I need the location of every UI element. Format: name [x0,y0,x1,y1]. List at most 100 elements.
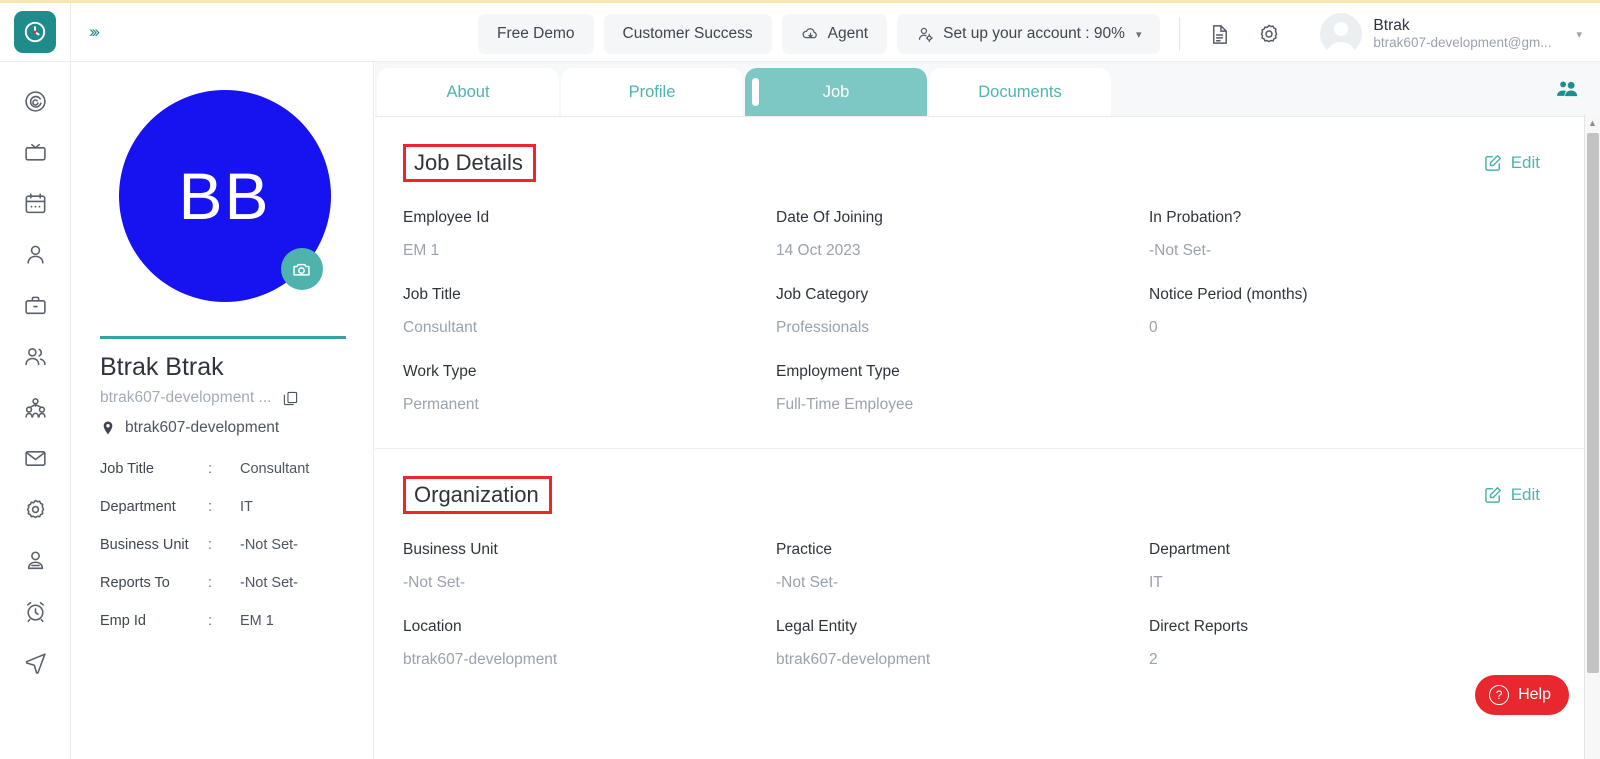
page-title: Btrak Btrak [100,353,224,381]
calendar-icon [23,191,48,216]
tab-job[interactable]: Job [745,68,927,116]
detail-key: Job Title [100,461,154,477]
setup-account-label: Set up your account : 90% [943,25,1125,42]
field-value: IT [1149,574,1163,591]
gear-icon[interactable] [1249,14,1289,54]
sidebar-item-teams[interactable] [13,339,57,373]
gear-icon [23,497,48,522]
section-header: Organization Edit [403,475,1540,515]
copy-icon[interactable] [282,390,299,407]
list-item: Job Title : Consultant [100,450,349,488]
sidebar-item-calendar[interactable] [13,186,57,220]
app-root: ››› Free Demo Customer Success Agent Set… [0,0,1600,759]
sidebar-item-organization[interactable] [13,390,57,424]
people-icon[interactable] [1554,76,1580,102]
detail-value: IT [240,499,253,515]
clock-logo-icon[interactable] [14,11,56,53]
section-job-details: Job Details Edit Employee Id EM 1 Date O… [375,117,1600,436]
top-bar: ››› Free Demo Customer Success Agent Set… [0,3,1600,62]
content-scroll-area[interactable]: Job Details Edit Employee Id EM 1 Date O… [375,116,1600,759]
sidebar-item-jobs[interactable] [13,288,57,322]
free-demo-label: Free Demo [497,25,575,42]
agent-button[interactable]: Agent [781,14,888,54]
user-menu[interactable]: Btrak btrak607-development@gm... ▾ [1308,11,1592,57]
list-item: Reports To : -Not Set- [100,564,349,602]
main-content: About Profile Job Documents Job Details … [375,62,1600,759]
question-mark-icon: ? [1489,685,1510,705]
detail-separator: : [208,537,213,553]
field-legal-entity: Legal Entity btrak607-development [776,592,1149,669]
field-job-category: Job Category Professionals [776,260,1149,337]
tab-documents[interactable]: Documents [929,68,1111,116]
field-value: 0 [1149,319,1158,336]
field-value: Professionals [776,319,870,336]
setup-account-button[interactable]: Set up your account : 90% ▾ [897,14,1161,54]
field-employee-id: Employee Id EM 1 [403,183,776,260]
field-label: Practice [776,541,832,558]
detail-separator: : [208,461,213,477]
field-department: Department IT [1149,515,1540,592]
section-header: Job Details Edit [403,143,1540,183]
alarm-clock-icon [23,599,48,624]
field-value: -Not Set- [403,574,466,591]
sidebar-item-employee[interactable] [13,237,57,271]
cloud-download-icon [801,25,820,44]
edit-label: Edit [1510,153,1540,172]
user-text: Btrak btrak607-development@gm... [1373,16,1551,52]
free-demo-button[interactable]: Free Demo [478,14,594,54]
topbar-divider [1179,17,1181,51]
detail-key: Business Unit [100,537,189,553]
org-chart-icon [23,395,48,420]
tab-profile[interactable]: Profile [561,68,743,116]
field-job-title: Job Title Consultant [403,260,776,337]
document-icon[interactable] [1199,14,1239,54]
sidebar-item-profile[interactable] [13,543,57,577]
dashboard-spiral-icon [23,89,48,114]
field-label: Notice Period (months) [1149,286,1308,303]
tab-about[interactable]: About [377,68,559,116]
profile-location: btrak607-development [125,419,280,436]
field-label: Employment Type [776,363,900,380]
sidebar-rail [0,62,71,759]
detail-key: Department [100,499,176,515]
logo-area [0,3,71,61]
field-employment-type: Employment Type Full-Time Employee [776,337,1149,414]
scroll-up-arrow-icon[interactable]: ▲ [1585,115,1600,131]
field-date-of-joining: Date Of Joining 14 Oct 2023 [776,183,1149,260]
sidebar-item-broadcast[interactable] [13,135,57,169]
sidebar-item-timesheet[interactable] [13,594,57,628]
field-label: Date Of Joining [776,209,883,226]
sidebar-item-send[interactable] [13,645,57,679]
sidebar-item-inbox[interactable] [13,441,57,475]
field-label: Department [1149,541,1230,558]
customer-success-button[interactable]: Customer Success [603,14,772,54]
help-button[interactable]: ? Help [1475,675,1569,715]
sidebar-item-settings[interactable] [13,492,57,526]
detail-separator: : [208,499,213,515]
edit-organization-button[interactable]: Edit [1483,485,1540,505]
chevron-double-right-icon[interactable]: ››› [73,11,113,53]
profile-details-list: Job Title : Consultant Department : IT B… [100,450,349,640]
field-value: Full-Time Employee [776,396,914,413]
profile-email-row: btrak607-development ... [100,389,349,407]
field-in-probation: In Probation? -Not Set- [1149,183,1540,260]
scrollbar-thumb[interactable] [1587,133,1599,673]
field-label: Direct Reports [1149,618,1249,635]
field-value: 14 Oct 2023 [776,242,861,259]
field-value: Consultant [403,319,478,336]
map-pin-icon [100,420,116,436]
detail-separator: : [208,575,213,591]
detail-key: Emp Id [100,613,146,629]
profile-location-row: btrak607-development [100,419,349,437]
sidebar-item-dashboard[interactable] [13,84,57,118]
edit-job-details-button[interactable]: Edit [1483,153,1540,173]
vertical-scrollbar[interactable]: ▲ [1584,115,1600,759]
camera-icon[interactable] [280,248,323,290]
list-item: Business Unit : -Not Set- [100,526,349,564]
field-value: EM 1 [403,242,440,259]
edit-label: Edit [1510,485,1540,504]
chevron-down-icon[interactable]: ▾ [1576,28,1582,41]
field-label: Legal Entity [776,618,857,635]
tab-label: Documents [978,82,1062,101]
field-label: Business Unit [403,541,498,558]
